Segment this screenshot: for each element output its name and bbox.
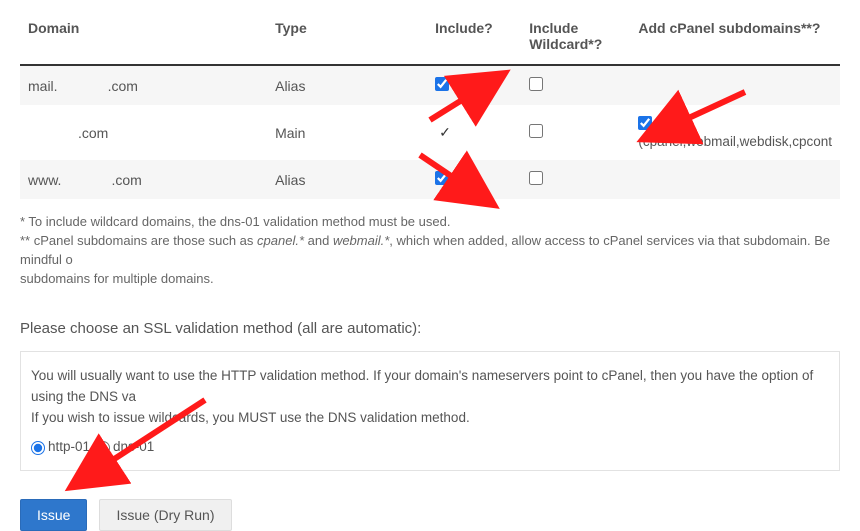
domain-suffix: .com (78, 125, 108, 141)
radio-dns-label: dns-01 (113, 437, 154, 458)
subdomains-checkbox[interactable] (638, 116, 652, 130)
subdomains-cell: (cpanel,webmail,webdisk,cpcont (630, 105, 840, 160)
col-wildcard: Include Wildcard*? (521, 10, 630, 65)
col-domain: Domain (20, 10, 267, 65)
col-subdomains: Add cPanel subdomains**? (630, 10, 840, 65)
wildcard-checkbox[interactable] (529, 77, 543, 91)
footnote-line1: * To include wildcard domains, the dns-0… (20, 213, 840, 232)
wildcard-checkbox[interactable] (529, 171, 543, 185)
domain-prefix: www. (28, 172, 61, 188)
type-cell: Main (267, 105, 427, 160)
info-line2: If you wish to issue wildcards, you MUST… (31, 408, 829, 429)
radio-dns-wrap[interactable]: dns-01 (96, 437, 154, 458)
issue-dryrun-button[interactable]: Issue (Dry Run) (99, 499, 231, 531)
radio-http[interactable] (31, 441, 45, 455)
domains-table: Domain Type Include? Include Wildcard*? … (20, 10, 840, 199)
footnote-line3: subdomains for multiple domains. (20, 270, 840, 289)
domain-suffix: .com (108, 78, 138, 94)
radio-http-wrap[interactable]: http-01 (31, 437, 90, 458)
include-checkbox[interactable] (435, 171, 449, 185)
radio-http-label: http-01 (48, 437, 90, 458)
type-cell: Alias (267, 160, 427, 199)
subdomains-label: (cpanel,webmail,webdisk,cpcont (638, 134, 832, 149)
footnote-line2a: ** cPanel subdomains are those such as (20, 233, 257, 248)
subdomains-cell (630, 65, 840, 105)
domain-cell: mail. .com (20, 65, 267, 105)
table-row: .com Main ✓ (cpanel,webmail,webdisk,cpcont (20, 105, 840, 160)
wildcard-checkbox[interactable] (529, 124, 543, 138)
domain-cell: www. .com (20, 160, 267, 199)
include-checkbox[interactable] (435, 77, 449, 91)
domain-cell: .com (20, 105, 267, 160)
col-type: Type (267, 10, 427, 65)
domain-prefix: mail. (28, 78, 58, 94)
include-fixed-check-icon: ✓ (439, 124, 451, 141)
validation-info-box: You will usually want to use the HTTP va… (20, 351, 840, 471)
domain-suffix: .com (111, 172, 141, 188)
table-row: www. .com Alias (20, 160, 840, 199)
subdomains-cell (630, 160, 840, 199)
include-cell (427, 160, 521, 199)
footnotes: * To include wildcard domains, the dns-0… (20, 199, 840, 302)
wildcard-cell (521, 160, 630, 199)
include-cell: ✓ (427, 105, 521, 160)
radio-dns[interactable] (96, 441, 110, 455)
wildcard-cell (521, 105, 630, 160)
info-line1: You will usually want to use the HTTP va… (31, 366, 829, 408)
table-row: mail. .com Alias (20, 65, 840, 105)
wildcard-cell (521, 65, 630, 105)
type-cell: Alias (267, 65, 427, 105)
footnote-line2c: and (304, 233, 333, 248)
footnote-cpanel: cpanel.* (257, 233, 304, 248)
include-cell (427, 65, 521, 105)
issue-button[interactable]: Issue (20, 499, 87, 531)
footnote-webmail: webmail.* (333, 233, 389, 248)
section-title: Please choose an SSL validation method (… (20, 320, 840, 337)
col-include: Include? (427, 10, 521, 65)
